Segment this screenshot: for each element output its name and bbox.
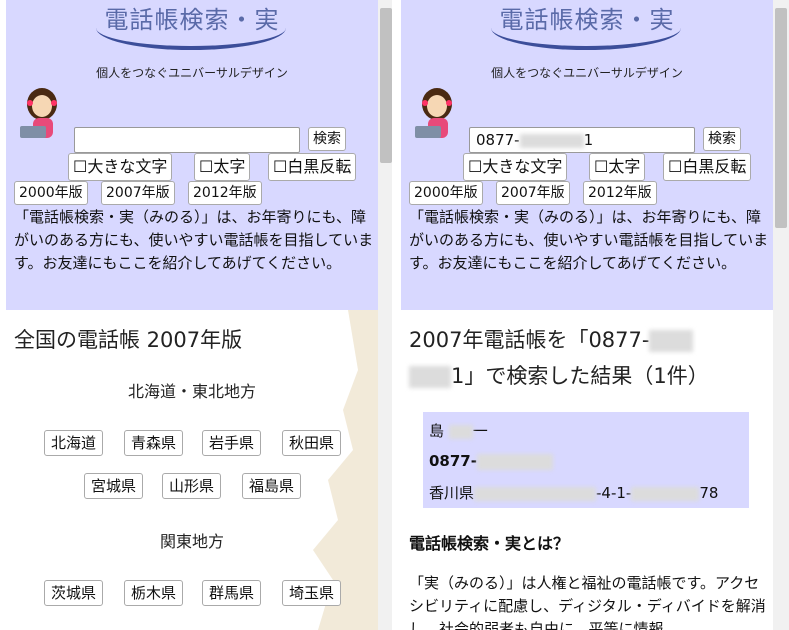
left-browser-pane: 電話帳検索・実 個人をつなぐユニバーサルデザイン 検索 ☐大きな文字 ☐太字 ☐… [0,0,394,630]
search-button[interactable]: 検索 [308,127,346,151]
site-description: 「電話帳検索・実（みのる）」は、お年寄りにも、障がいのある方にも、使いやすい電話… [14,208,374,272]
about-heading: 電話帳検索・実とは？ [409,534,570,553]
avatar-icon [20,88,57,138]
edition-2007-button[interactable]: 2007年版 [496,181,570,205]
bold-checkbox[interactable]: ☐太字 [194,153,251,181]
result-name-tail: 一 [472,422,488,440]
logo-arc [491,28,681,50]
redacted-text [448,424,473,439]
site-description: 「電話帳検索・実（みのる）」は、お年寄りにも、障がいのある方にも、使いやすい電話… [409,208,769,272]
result-heading: 2007年電話帳を「0877- 1」で検索した結果（1件） [409,322,765,394]
result-heading-part-b: 1」で検索した結果（1件） [451,364,709,388]
edition-2000-button[interactable]: 2000年版 [14,181,88,205]
avatar-icon [415,88,452,138]
right-browser-pane: 電話帳検索・実 個人をつなぐユニバーサルデザイン 0877- 1 検索 ☐大きな文… [395,0,789,630]
search-results: 2007年電話帳を「0877- 1」で検索した結果（1件） 島 一 0877- … [401,310,773,630]
redacted-text [649,330,694,352]
search-input[interactable] [74,127,300,153]
result-phone[interactable]: 0877- [429,452,553,470]
pref-button[interactable]: 岩手県 [202,430,262,456]
result-card[interactable]: 島 一 0877- 香川県 -4-1- 78 [423,412,749,508]
result-name-text: 島 [429,422,445,440]
logo-arc [96,28,286,50]
scrollbar-thumb[interactable] [380,8,392,163]
redacted-text [474,486,597,501]
edition-2012-button[interactable]: 2012年版 [583,181,657,205]
pref-button[interactable]: 北海道 [44,430,104,456]
site-tagline: 個人をつなぐユニバーサルデザイン [491,66,683,80]
search-input[interactable]: 0877- 1 [469,127,695,153]
result-address-mid: -4-1- [596,484,632,502]
pref-button[interactable]: 茨城県 [44,580,104,606]
result-address-tail: 78 [699,484,719,502]
region-heading-tohoku: 北海道・東北地方 [127,382,256,401]
search-input-value: 0877- [476,131,520,149]
pref-button[interactable]: 山形県 [162,473,222,499]
scrollbar[interactable] [773,0,789,630]
redacted-text [519,133,584,148]
split-browser-view: 電話帳検索・実 個人をつなぐユニバーサルデザイン 検索 ☐大きな文字 ☐太字 ☐… [0,0,789,630]
section-title: 全国の電話帳 2007年版 [14,328,243,352]
search-input-value-tail: 1 [583,131,594,149]
edition-2007-button[interactable]: 2007年版 [101,181,175,205]
pref-button[interactable]: 群馬県 [202,580,262,606]
site-header: 電話帳検索・実 個人をつなぐユニバーサルデザイン 検索 ☐大きな文字 ☐太字 ☐… [6,0,378,310]
directory-body: 全国の電話帳 2007年版 北海道・東北地方 北海道 青森県 岩手県 秋田県 宮… [6,310,378,630]
region-heading-kanto: 関東地方 [159,532,224,551]
large-text-checkbox[interactable]: ☐大きな文字 [463,153,568,181]
pref-button[interactable]: 埼玉県 [282,580,342,606]
pref-button[interactable]: 秋田県 [282,430,342,456]
pref-button[interactable]: 栃木県 [124,580,184,606]
edition-2012-button[interactable]: 2012年版 [188,181,262,205]
result-address-text: 香川県 [429,484,475,502]
bold-checkbox[interactable]: ☐太字 [589,153,646,181]
pref-button[interactable]: 宮城県 [84,473,144,499]
scrollbar-thumb[interactable] [775,8,787,228]
redacted-text [631,486,700,501]
redacted-text [409,366,451,388]
site-header: 電話帳検索・実 個人をつなぐユニバーサルデザイン 0877- 1 検索 ☐大きな文… [401,0,773,310]
invert-checkbox[interactable]: ☐白黒反転 [663,153,752,181]
pref-button[interactable]: 福島県 [242,473,302,499]
result-phone-text: 0877- [429,452,477,470]
about-text: 「実（みのる）」は人権と福祉の電話帳です。アクセシビリティに配慮し、ディジタル・… [409,574,766,630]
large-text-checkbox[interactable]: ☐大きな文字 [68,153,173,181]
site-tagline: 個人をつなぐユニバーサルデザイン [96,66,288,80]
redacted-text [476,453,553,470]
result-name[interactable]: 島 一 [429,420,488,441]
result-heading-part-a: 2007年電話帳を「0877- [409,328,650,352]
edition-2000-button[interactable]: 2000年版 [409,181,483,205]
search-button[interactable]: 検索 [703,127,741,151]
result-address: 香川県 -4-1- 78 [429,482,718,503]
invert-checkbox[interactable]: ☐白黒反転 [268,153,357,181]
pref-button[interactable]: 青森県 [124,430,184,456]
